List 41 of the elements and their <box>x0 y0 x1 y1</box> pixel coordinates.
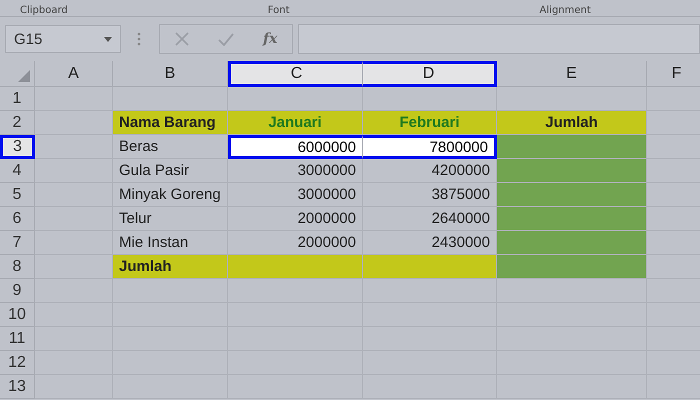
table-cell: Februari <box>363 111 497 135</box>
row-header[interactable]: 7 <box>0 231 35 255</box>
drag-handle-icon[interactable] <box>137 31 141 47</box>
row-header[interactable]: 12 <box>0 351 35 375</box>
row-header[interactable]: 3 <box>0 135 35 159</box>
row-header[interactable]: 4 <box>0 159 35 183</box>
row-header[interactable]: 8 <box>0 255 35 279</box>
ribbon-group-label: Clipboard <box>20 5 68 16</box>
table-cell: Januari <box>228 111 363 135</box>
select-all-button[interactable] <box>0 61 35 87</box>
table-cell: Telur <box>113 207 228 231</box>
table-cell: Nama Barang <box>113 111 228 135</box>
row-header[interactable]: 5 <box>0 183 35 207</box>
table-cell: Minyak Goreng <box>113 183 228 207</box>
table-cell: 3000000 <box>228 183 363 207</box>
ribbon-group-label: Font <box>268 5 290 16</box>
row-header[interactable]: 1 <box>0 87 35 111</box>
row-header[interactable]: 13 <box>0 375 35 399</box>
column-header[interactable]: C <box>228 61 363 87</box>
table-cell: Jumlah <box>497 111 647 135</box>
table-cell: 3000000 <box>228 159 363 183</box>
name-box[interactable]: G15 <box>5 25 121 53</box>
row-header[interactable]: 11 <box>0 327 35 351</box>
triangle-icon[interactable] <box>18 70 30 82</box>
cancel-icon[interactable] <box>174 32 189 46</box>
column-header[interactable]: A <box>35 61 113 87</box>
table-cell: Jumlah <box>113 255 228 279</box>
table-cell: 6000000 <box>228 135 363 159</box>
table-cell: 7800000 <box>363 135 497 159</box>
row-header[interactable]: 9 <box>0 279 35 303</box>
formula-input-field[interactable] <box>298 24 700 54</box>
checkmark-icon[interactable] <box>218 32 234 46</box>
column-header[interactable]: E <box>497 61 647 87</box>
ribbon-group-label: Alignment <box>540 5 591 16</box>
row-header[interactable]: 6 <box>0 207 35 231</box>
column-header[interactable]: F <box>647 61 700 87</box>
table-cell: 2000000 <box>228 207 363 231</box>
dropdown-caret-icon[interactable] <box>104 36 112 42</box>
column-header[interactable]: D <box>363 61 497 87</box>
row-header[interactable]: 10 <box>0 303 35 327</box>
table-cell: Gula Pasir <box>113 159 228 183</box>
